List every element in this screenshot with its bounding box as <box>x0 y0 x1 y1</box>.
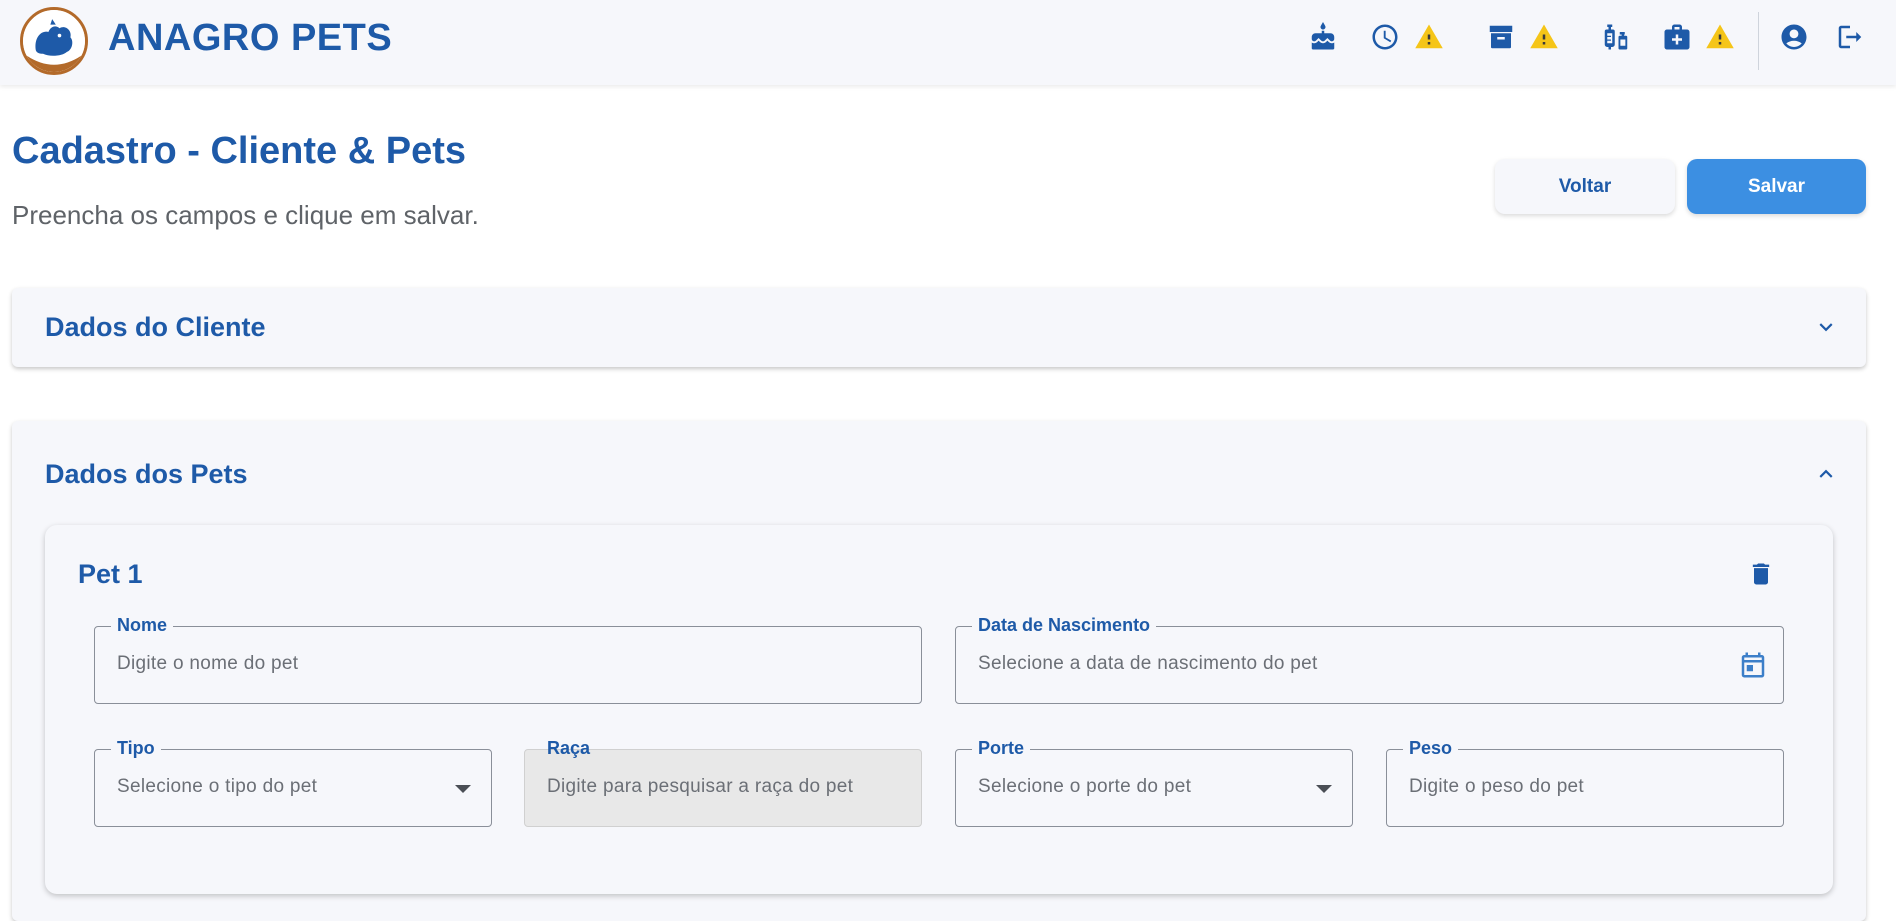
chevron-down-icon[interactable] <box>1812 313 1840 341</box>
size-select[interactable]: Porte <box>955 737 1353 827</box>
pet-card: Pet 1 Nome Data de Nascimento Tipo Raça <box>45 525 1833 894</box>
dropdown-arrow-icon[interactable] <box>1316 785 1332 793</box>
pet-title: Pet 1 <box>78 559 143 589</box>
top-bar: ANAGRO PETS <box>0 0 1896 85</box>
pets-section-title: Dados dos Pets <box>45 459 248 489</box>
type-select[interactable]: Tipo <box>94 737 492 827</box>
clock-icon[interactable] <box>1368 20 1402 54</box>
account-icon[interactable] <box>1777 20 1811 54</box>
size-label: Porte <box>972 737 1031 759</box>
type-input[interactable] <box>117 776 434 798</box>
app-logo[interactable] <box>20 7 88 75</box>
vaccine-icon[interactable] <box>1599 20 1633 54</box>
logout-icon[interactable] <box>1833 20 1867 54</box>
birth-date-input[interactable] <box>978 653 1640 675</box>
save-button[interactable]: Salvar <box>1687 159 1866 214</box>
chevron-up-icon[interactable] <box>1812 460 1840 488</box>
name-field[interactable]: Nome <box>94 614 922 704</box>
delete-icon[interactable] <box>1745 558 1777 590</box>
breed-field: Raça <box>524 738 922 827</box>
client-section-title: Dados do Cliente <box>45 312 266 342</box>
warning-icon[interactable] <box>1412 20 1446 54</box>
back-button[interactable]: Voltar <box>1495 159 1675 214</box>
name-label: Nome <box>111 614 174 636</box>
page-subtitle: Preencha os campos e clique em salvar. <box>12 200 479 230</box>
birth-date-label: Data de Nascimento <box>972 614 1157 636</box>
medical-kit-icon[interactable] <box>1660 20 1694 54</box>
client-section[interactable]: Dados do Cliente <box>12 288 1866 367</box>
breed-input <box>547 776 864 798</box>
dropdown-arrow-icon[interactable] <box>455 785 471 793</box>
cake-icon[interactable] <box>1306 20 1340 54</box>
warning-icon[interactable] <box>1703 20 1737 54</box>
calendar-icon[interactable] <box>1737 649 1769 681</box>
app-title: ANAGRO PETS <box>108 17 393 59</box>
weight-input[interactable] <box>1409 776 1726 798</box>
warning-icon[interactable] <box>1527 20 1561 54</box>
size-input[interactable] <box>978 776 1295 798</box>
archive-icon[interactable] <box>1484 20 1518 54</box>
breed-label: Raça <box>547 738 591 758</box>
weight-field[interactable]: Peso <box>1386 737 1784 827</box>
weight-label: Peso <box>1403 737 1459 759</box>
header-divider <box>1758 12 1759 70</box>
page-title: Cadastro - Cliente & Pets <box>12 130 466 172</box>
name-input[interactable] <box>117 653 778 675</box>
pets-section: Dados dos Pets Pet 1 Nome Data de Nascim… <box>12 421 1866 921</box>
birth-date-field[interactable]: Data de Nascimento <box>955 614 1784 704</box>
type-label: Tipo <box>111 737 161 759</box>
